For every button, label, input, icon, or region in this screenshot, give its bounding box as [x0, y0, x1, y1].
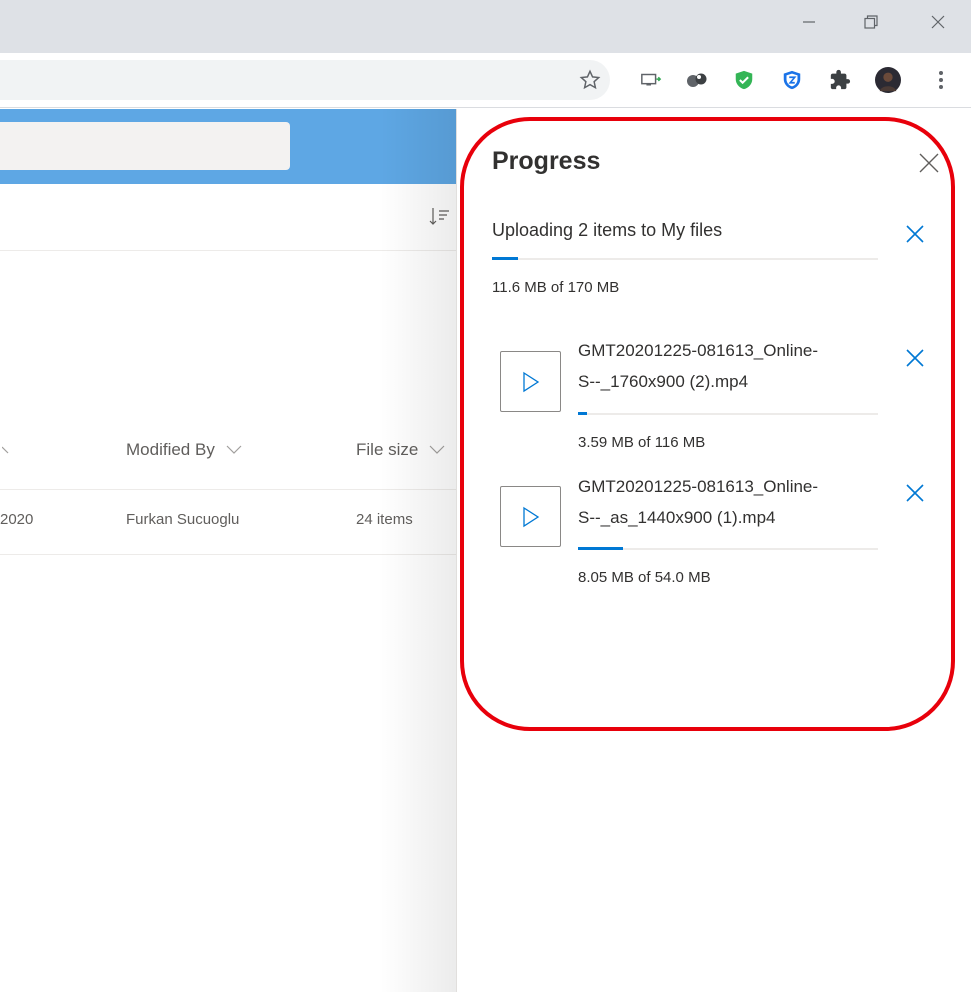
- star-icon[interactable]: [577, 67, 603, 93]
- browser-toolbar: [0, 53, 971, 108]
- column-header-modified-by[interactable]: Modified By: [126, 440, 242, 460]
- shield-check-icon[interactable]: [731, 67, 757, 93]
- panel-shadow: [380, 109, 458, 992]
- annotation-highlight: [460, 117, 955, 731]
- cell-modified: 2020: [0, 511, 34, 528]
- puzzle-icon[interactable]: [827, 67, 853, 93]
- minimize-icon[interactable]: [786, 0, 832, 44]
- close-icon[interactable]: [915, 0, 961, 44]
- browser-titlebar: [0, 0, 971, 53]
- avatar[interactable]: [875, 67, 901, 93]
- extension-dots-icon[interactable]: [684, 67, 710, 93]
- column-header-modified-chevron[interactable]: [1, 444, 16, 463]
- restore-icon[interactable]: [848, 0, 894, 44]
- address-bar[interactable]: [0, 60, 610, 100]
- cell-modified-by: Furkan Sucuoglu: [126, 511, 240, 528]
- more-vert-icon[interactable]: [928, 67, 954, 93]
- cast-icon[interactable]: [638, 67, 664, 93]
- vpn-shield-icon[interactable]: [779, 67, 805, 93]
- column-header-label: Modified By: [126, 440, 215, 459]
- chevron-down-icon: [226, 445, 241, 454]
- search-box[interactable]: [0, 122, 290, 170]
